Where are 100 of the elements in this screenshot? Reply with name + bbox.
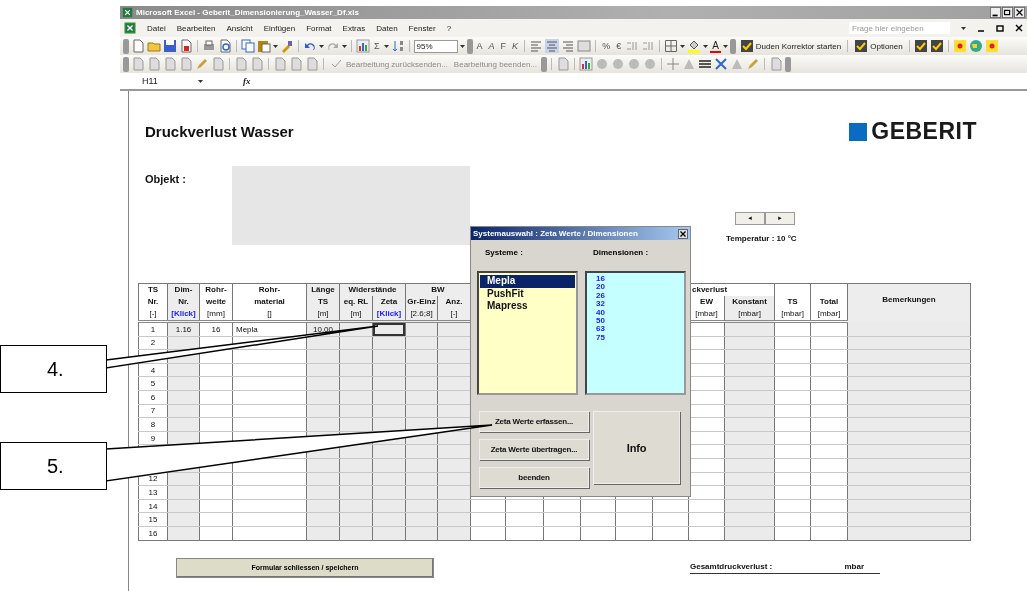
- printer-icon[interactable]: [202, 39, 216, 53]
- toolbar-handle[interactable]: [123, 38, 129, 54]
- close-button[interactable]: [678, 228, 688, 239]
- column-unit[interactable]: [Klick]: [372, 308, 406, 322]
- menu-item[interactable]: Ansicht: [226, 23, 253, 33]
- font-format-button[interactable]: A: [486, 41, 497, 51]
- check-badge-icon[interactable]: [929, 39, 944, 53]
- menu-item[interactable]: Daten: [376, 23, 398, 33]
- dialog-button[interactable]: beenden: [479, 467, 589, 488]
- font-format-button[interactable]: F: [498, 41, 509, 51]
- document-icon[interactable]: [556, 57, 571, 71]
- check-badge-icon[interactable]: [739, 39, 754, 53]
- toolbar-button[interactable]: Optionen: [852, 39, 905, 53]
- list-item[interactable]: Mapress: [480, 300, 575, 313]
- list-item[interactable]: 40: [596, 308, 683, 318]
- borders-icon[interactable]: [664, 39, 679, 53]
- print-preview-icon[interactable]: [218, 39, 232, 53]
- cross-shape-icon[interactable]: [714, 57, 729, 71]
- table-cell: 8: [138, 417, 168, 432]
- systems-list[interactable]: Mepla PushFit Mapress: [477, 271, 578, 395]
- merge-cells-icon[interactable]: [577, 39, 592, 53]
- column-header: TS: [306, 296, 340, 308]
- font-format-button[interactable]: A: [474, 41, 485, 51]
- align-icon[interactable]: [529, 39, 544, 53]
- toolbar-handle[interactable]: [541, 56, 548, 72]
- font-color-button[interactable]: A: [710, 39, 721, 53]
- document-icon[interactable]: [250, 57, 264, 71]
- document-icon[interactable]: [179, 39, 193, 53]
- list-item[interactable]: 26: [596, 291, 683, 301]
- check-badge-icon[interactable]: [854, 39, 869, 53]
- column-header: TS: [774, 296, 811, 308]
- excel-document-icon[interactable]: [124, 22, 136, 34]
- clipboard-icon[interactable]: [257, 39, 271, 53]
- lines-icon[interactable]: [698, 57, 713, 71]
- list-item[interactable]: Mepla: [480, 275, 575, 288]
- toolbar-handle[interactable]: [466, 38, 473, 54]
- column-header: TS: [138, 283, 168, 296]
- document-icon[interactable]: [211, 57, 225, 71]
- dialog-button[interactable]: Zeta Werte erfassen...: [479, 411, 589, 432]
- logo-wordmark: GEBERIT: [871, 118, 977, 145]
- table-cell: 9: [138, 431, 168, 445]
- folder-icon[interactable]: [147, 39, 161, 53]
- toolbar-handle[interactable]: [123, 56, 129, 72]
- dimensions-list[interactable]: 16 20 26 32 40 50 63 75: [585, 271, 686, 395]
- restore-button[interactable]: [1002, 7, 1013, 18]
- align-icon[interactable]: [561, 39, 576, 53]
- fill-color-icon[interactable]: [687, 39, 702, 53]
- list-item[interactable]: 63: [596, 325, 683, 334]
- chart-icon[interactable]: [356, 39, 370, 53]
- list-item[interactable]: PushFit: [480, 287, 575, 300]
- menu-item[interactable]: Extras: [342, 23, 366, 33]
- list-item[interactable]: 20: [596, 283, 683, 292]
- document-icon[interactable]: [131, 57, 145, 71]
- toolbar-handle[interactable]: [785, 56, 792, 72]
- column-unit: [mm]: [199, 308, 233, 322]
- document-icon[interactable]: [769, 57, 784, 71]
- help-field[interactable]: Frage hier eingeben: [849, 22, 950, 34]
- menu-item[interactable]: Bearbeiten: [176, 23, 216, 33]
- column-header: Rohr-: [232, 283, 307, 296]
- menu-item[interactable]: ?: [446, 23, 452, 33]
- menu-item[interactable]: Format: [306, 23, 332, 33]
- object-field[interactable]: [232, 166, 470, 245]
- column-header: Nr.: [167, 296, 200, 308]
- new-document-icon[interactable]: [131, 39, 145, 53]
- list-item[interactable]: 50: [596, 317, 683, 326]
- check-badge-icon[interactable]: [913, 39, 928, 53]
- sheet-title: Druckverlust Wasser: [145, 123, 294, 140]
- list-item[interactable]: 75: [596, 333, 683, 343]
- menu-item[interactable]: Datei: [147, 23, 166, 33]
- document-icon[interactable]: [234, 57, 248, 71]
- info-button[interactable]: Info: [593, 411, 680, 484]
- copy-icon[interactable]: [241, 39, 255, 53]
- menu-item[interactable]: Fenster: [408, 23, 436, 33]
- chart-icon[interactable]: [579, 57, 594, 71]
- restore-icon[interactable]: [996, 24, 1004, 32]
- font-format-button[interactable]: K: [510, 41, 521, 51]
- percent-button[interactable]: %: [600, 41, 613, 51]
- close-button[interactable]: [1014, 7, 1025, 18]
- zoom-field[interactable]: 95%: [413, 39, 458, 53]
- align-icon[interactable]: [545, 39, 560, 53]
- toolbar-button[interactable]: Duden Korrektor starten: [737, 39, 844, 53]
- dialog-button[interactable]: Zeta Werte übertragen...: [479, 439, 589, 460]
- minimize-button[interactable]: [990, 7, 1001, 18]
- currency-button[interactable]: €: [614, 41, 624, 51]
- table-cell: 7: [138, 404, 168, 418]
- save-icon[interactable]: [163, 39, 177, 53]
- function-button[interactable]: fx: [243, 76, 251, 86]
- column-header: Rohr-: [199, 283, 233, 296]
- close-icon[interactable]: [1015, 24, 1023, 32]
- dialog-title: Systemauswahl : Zeta Werte / Dimensionen: [473, 229, 639, 238]
- table-cell: 5: [138, 376, 168, 391]
- sum-button[interactable]: Σ: [372, 41, 382, 51]
- menu-item[interactable]: Einfügen: [263, 23, 296, 33]
- column-unit[interactable]: [Klick]: [167, 308, 200, 322]
- name-box[interactable]: H11: [120, 76, 198, 86]
- list-item[interactable]: 32: [596, 300, 683, 309]
- column-group-header: BW: [405, 283, 471, 296]
- list-item[interactable]: 16: [596, 275, 683, 284]
- brush-icon[interactable]: [280, 39, 294, 53]
- toolbar-handle[interactable]: [729, 38, 736, 54]
